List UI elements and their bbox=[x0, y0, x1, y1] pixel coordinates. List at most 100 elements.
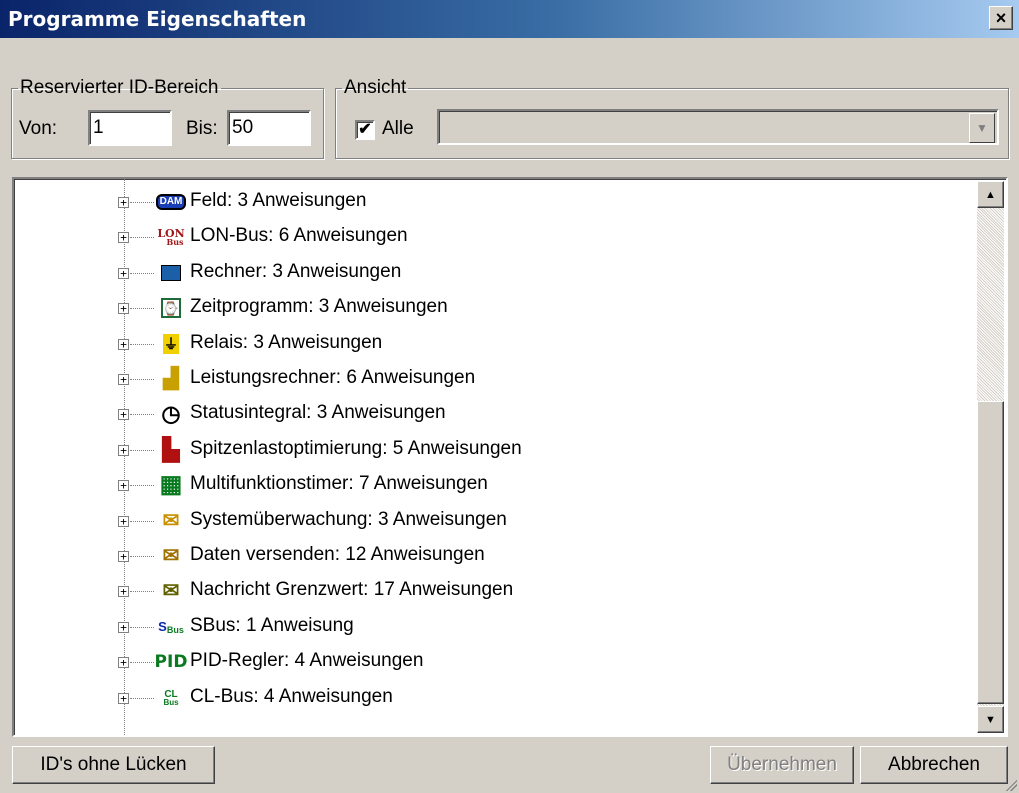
tree-node[interactable]: + ▙ Spitzenlastoptimierung: 5 Anweisungen bbox=[14, 433, 974, 468]
tree-branch-line bbox=[130, 556, 154, 557]
tree-node[interactable]: + ▟ Leistungsrechner: 6 Anweisungen bbox=[14, 362, 974, 397]
expand-plus-icon[interactable]: + bbox=[118, 197, 129, 208]
scroll-down-button[interactable]: ▼ bbox=[977, 706, 1004, 733]
reserved-id-legend: Reservierter ID-Bereich bbox=[20, 77, 219, 98]
status-integral-icon: ◷ bbox=[155, 400, 187, 428]
lon-bus-icon-glyph: LON Bus bbox=[157, 226, 185, 247]
tree-node[interactable]: + ✉ Nachricht Grenzwert: 17 Anweisungen bbox=[14, 574, 974, 609]
tree-node-label: CL-Bus: 4 Anweisungen bbox=[190, 685, 393, 707]
tree-branch-line bbox=[130, 662, 154, 664]
relay-icon-glyph: ⏚ bbox=[163, 333, 179, 354]
power-calculator-icon-glyph: ▟ bbox=[163, 368, 179, 390]
dam-icon-glyph: DAM bbox=[155, 194, 187, 210]
expand-plus-icon[interactable]: + bbox=[118, 692, 129, 704]
cl-bus-icon: CL Bus bbox=[155, 684, 187, 712]
title-bar: Programme Eigenschaften × bbox=[0, 0, 1019, 38]
pid-icon-glyph: PID bbox=[154, 651, 188, 672]
tree-node-label: Leistungsrechner: 6 Anweisungen bbox=[190, 367, 476, 388]
tree-branch-line bbox=[130, 272, 154, 274]
tree-node[interactable]: + S Bus SBus: 1 Anweisung bbox=[14, 610, 974, 645]
expand-plus-icon[interactable]: + bbox=[118, 657, 129, 669]
tree-node-label: LON-Bus: 6 Anweisungen bbox=[190, 225, 408, 247]
tree-node-label: Multifunktionstimer: 7 Anweisungen bbox=[190, 473, 488, 495]
tree-branch-line bbox=[130, 308, 154, 310]
close-button[interactable]: × bbox=[989, 6, 1013, 30]
tree-node[interactable]: + CL Bus CL-Bus: 4 Anweisungen bbox=[14, 681, 974, 716]
tree-branch-line bbox=[130, 343, 154, 345]
resize-grip-icon[interactable] bbox=[1003, 777, 1017, 791]
tree-node[interactable]: + ✉ Systemüberwachung: 3 Anweisungen bbox=[14, 504, 974, 539]
expand-plus-icon[interactable]: + bbox=[118, 551, 129, 562]
send-data-icon-glyph: ✉ bbox=[162, 545, 180, 567]
tree-branch-line bbox=[130, 520, 154, 522]
dam-icon: DAM bbox=[155, 188, 187, 216]
tree-node[interactable]: + ⏚ Relais: 3 Anweisungen bbox=[14, 327, 974, 362]
tree-branch-line bbox=[130, 379, 154, 380]
expand-plus-icon[interactable]: + bbox=[118, 480, 129, 492]
tree-node-label: PID-Regler: 4 Anweisungen bbox=[190, 650, 424, 672]
status-integral-icon-glyph: ◷ bbox=[161, 401, 181, 427]
tree-node[interactable]: + Rechner: 3 Anweisungen bbox=[14, 256, 974, 291]
cancel-button[interactable]: Abbrechen bbox=[860, 746, 1008, 784]
combo-dropdown-button[interactable]: ▼ bbox=[969, 113, 995, 143]
id-no-gaps-button[interactable]: ID's ohne Lücken bbox=[12, 746, 215, 784]
tree-node-label: SBus: 1 Anweisung bbox=[190, 614, 354, 636]
sbus-icon: S Bus bbox=[155, 613, 187, 641]
calculator-icon-glyph bbox=[161, 264, 181, 281]
tree-node-label: Nachricht Grenzwert: 17 Anweisungen bbox=[190, 579, 514, 601]
tree-branch-line bbox=[130, 449, 154, 451]
tree-node-label: Feld: 3 Anweisungen bbox=[190, 190, 367, 211]
view-combobox[interactable]: ▼ bbox=[437, 109, 999, 145]
vertical-scrollbar[interactable]: ▲ ▼ bbox=[977, 181, 1004, 733]
tree-node-label: Systemüberwachung: 3 Anweisungen bbox=[190, 508, 507, 530]
tree-node[interactable]: + LON Bus LON-Bus: 6 Anweisungen bbox=[14, 220, 974, 255]
tree-node-label: Zeitprogramm: 3 Anweisungen bbox=[190, 296, 448, 318]
scroll-thumb[interactable] bbox=[977, 401, 1004, 704]
expand-plus-icon[interactable]: + bbox=[118, 409, 129, 421]
tree-node-label: Daten versenden: 12 Anweisungen bbox=[190, 544, 485, 565]
arrow-up-icon: ▲ bbox=[985, 188, 996, 201]
tree-node-label: Relais: 3 Anweisungen bbox=[190, 331, 383, 353]
multifunction-timer-icon: ▦ bbox=[155, 471, 187, 499]
tree-branch-line bbox=[130, 237, 154, 239]
cl-bus-icon-glyph: CL Bus bbox=[163, 688, 179, 707]
tree-node[interactable]: + ▦ Multifunktionstimer: 7 Anweisungen bbox=[14, 468, 974, 503]
expand-plus-icon[interactable]: + bbox=[118, 621, 129, 633]
expand-plus-icon[interactable]: + bbox=[118, 232, 129, 244]
scroll-up-button[interactable]: ▲ bbox=[977, 181, 1004, 208]
from-input[interactable] bbox=[88, 110, 172, 146]
close-icon: × bbox=[995, 8, 1007, 28]
tree-node[interactable]: + DAM Feld: 3 Anweisungen bbox=[14, 185, 974, 220]
tree-node[interactable]: + ⌚ Zeitprogramm: 3 Anweisungen bbox=[14, 291, 974, 326]
tree-node-label: Spitzenlastoptimierung: 5 Anweisungen bbox=[190, 437, 522, 459]
power-calculator-icon: ▟ bbox=[155, 365, 187, 393]
expand-plus-icon[interactable]: + bbox=[118, 374, 129, 385]
tree-branch-line bbox=[130, 202, 154, 203]
peak-load-icon-glyph: ▙ bbox=[162, 436, 180, 462]
arrow-down-icon: ▼ bbox=[985, 713, 996, 726]
view-legend: Ansicht bbox=[344, 77, 407, 98]
tree-node-label: Rechner: 3 Anweisungen bbox=[190, 260, 402, 282]
tree-branch-line bbox=[130, 626, 154, 628]
from-label: Von: bbox=[19, 118, 58, 139]
send-data-icon: ✉ bbox=[155, 542, 187, 570]
expand-plus-icon[interactable]: + bbox=[118, 338, 129, 350]
expand-plus-icon[interactable]: + bbox=[118, 267, 129, 279]
expand-plus-icon[interactable]: + bbox=[118, 444, 129, 456]
program-tree[interactable]: + DAM Feld: 3 Anweisungen + LON Bus LON-Bus: 6… bbox=[12, 177, 1008, 737]
multifunction-timer-icon-glyph: ▦ bbox=[159, 471, 183, 499]
lon-bus-icon: LON Bus bbox=[155, 223, 187, 251]
all-checkbox[interactable]: ✔ bbox=[355, 120, 375, 140]
tree-node[interactable]: + ◷ Statusintegral: 3 Anweisungen bbox=[14, 397, 974, 432]
tree-node[interactable]: + ✉ Daten versenden: 12 Anweisungen bbox=[14, 539, 974, 574]
tree-node[interactable]: + PID PID-Regler: 4 Anweisungen bbox=[14, 645, 974, 680]
checkmark-icon: ✔ bbox=[358, 121, 372, 138]
sbus-icon-glyph: S Bus bbox=[158, 619, 184, 636]
chevron-down-icon: ▼ bbox=[976, 121, 988, 135]
apply-button[interactable]: Übernehmen bbox=[710, 746, 854, 784]
expand-plus-icon[interactable]: + bbox=[118, 303, 129, 315]
expand-plus-icon[interactable]: + bbox=[118, 515, 129, 527]
expand-plus-icon[interactable]: + bbox=[118, 586, 129, 598]
to-input[interactable] bbox=[227, 110, 311, 146]
window-title: Programme Eigenschaften bbox=[8, 7, 307, 31]
